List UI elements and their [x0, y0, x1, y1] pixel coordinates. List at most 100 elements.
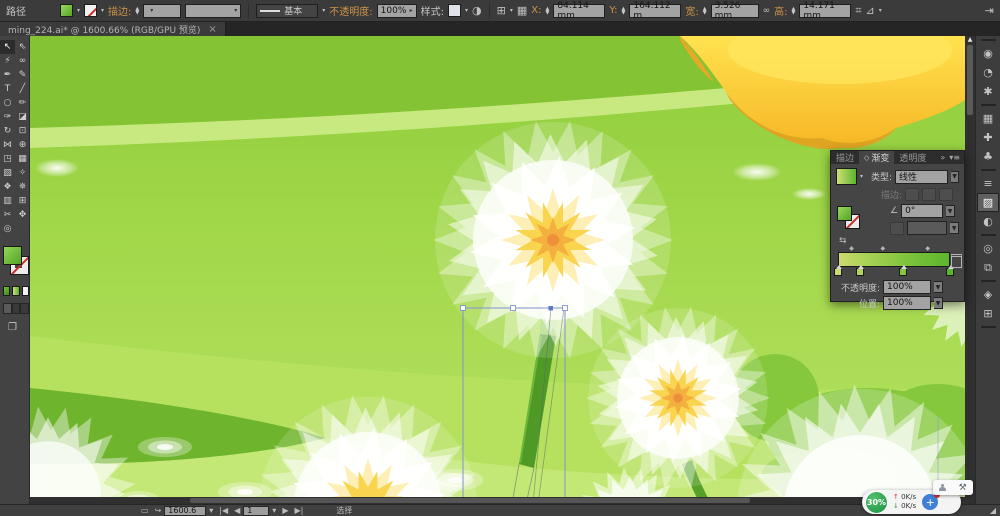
fill-caret-icon[interactable]: ▾ [77, 7, 80, 14]
shear-icon[interactable]: ⌗ [855, 4, 861, 18]
gradient-stop[interactable] [834, 265, 842, 276]
panel-gradient-swatch-icon[interactable]: ◔ [977, 63, 999, 82]
tool-pen[interactable]: ✒ [0, 68, 15, 82]
style-swatch[interactable] [448, 4, 462, 17]
artboard-caret-icon[interactable]: ▾ [272, 506, 276, 515]
delete-stop-icon[interactable] [951, 254, 962, 268]
stroke-color-swatch[interactable] [84, 4, 98, 17]
brush-caret-icon[interactable]: ▾ [322, 7, 325, 14]
tool-blend[interactable]: ❖ [0, 180, 15, 194]
tab-close-icon[interactable]: × [208, 24, 216, 35]
panel-stroke-icon[interactable]: ≡ [977, 174, 999, 193]
align-caret-icon[interactable]: ▾ [510, 7, 513, 14]
tool-ellipse[interactable]: ○ [0, 96, 15, 110]
h-input[interactable]: 14.171 mm [799, 1, 852, 21]
panel-brushes-icon[interactable]: ✚ [977, 128, 999, 147]
wrench-icon[interactable]: ⚒ [959, 483, 967, 493]
gradient-angle-input[interactable]: 0° [901, 204, 944, 218]
artboard-number-input[interactable]: 1 [243, 505, 270, 516]
collapse-control-panel-icon[interactable]: ⇥ [985, 4, 994, 17]
resize-grip-icon[interactable]: ◢ [990, 506, 996, 515]
draw-inside-mode[interactable] [20, 303, 30, 314]
y-stepper[interactable]: ▲ ▼ [622, 6, 626, 15]
tool-paintbrush[interactable]: ✏ [15, 96, 30, 110]
stop-opacity-input[interactable]: 100% [883, 280, 931, 294]
none-button[interactable] [21, 286, 29, 296]
align-icon[interactable]: ⊞ [497, 4, 506, 17]
panel-transparency-icon[interactable]: ◐ [977, 212, 999, 231]
y-input[interactable]: 164.112 m [629, 1, 682, 21]
gradient-stop[interactable] [898, 265, 907, 276]
panel-color-icon[interactable]: ◉ [977, 44, 999, 63]
tool-type[interactable]: T [0, 82, 15, 96]
h-stepper[interactable]: ▲ ▼ [792, 6, 796, 15]
screen-mode-button[interactable]: ❐ [8, 322, 29, 333]
panel-graphic-styles-icon[interactable]: ⧉ [977, 258, 999, 277]
tool-mesh[interactable]: ▦ [15, 152, 30, 166]
next-artboard-icon[interactable]: ▶ [282, 506, 288, 515]
prev-artboard-icon[interactable]: ◀ [234, 506, 240, 515]
tool-width[interactable]: ⋈ [0, 138, 15, 152]
gradient-slider[interactable] [838, 252, 950, 267]
last-artboard-icon[interactable]: ▶| [294, 506, 303, 515]
fill-stroke-indicator[interactable] [1, 244, 29, 280]
stop-location-input[interactable]: 100% [883, 296, 931, 310]
speed-percent-badge[interactable]: 30% [865, 490, 888, 514]
zoom-caret-icon[interactable]: ▾ [209, 506, 213, 515]
panel-artboards-icon[interactable]: ⊞ [977, 304, 999, 323]
tool-direct-selection[interactable]: ⇖ [15, 40, 30, 54]
canvas[interactable] [30, 36, 965, 504]
opacity-input[interactable]: 100% ▸ [376, 3, 417, 18]
tool-rotate[interactable]: ↻ [0, 124, 15, 138]
tab-stroke[interactable]: 描边 [831, 151, 859, 165]
shape-props-caret-icon[interactable]: ▾ [879, 7, 882, 14]
color-button[interactable] [3, 286, 11, 296]
reverse-gradient-icon[interactable]: ⇆ [839, 236, 847, 246]
gradient-fill-stroke-mini[interactable] [837, 206, 863, 232]
brush-definition-select[interactable]: 基本 [256, 3, 319, 18]
scroll-up-icon[interactable]: ▲ [968, 36, 973, 43]
document-tab[interactable]: ming_224.ai* @ 1600.66% (RGB/GPU 预览) × [0, 22, 226, 36]
zoom-level-input[interactable]: 1600.6 [164, 505, 207, 516]
reference-point-icon[interactable]: ▦ [517, 4, 527, 17]
gradient-stop[interactable] [856, 265, 865, 276]
fill-color-swatch[interactable] [60, 4, 73, 17]
w-input[interactable]: 3.526 mm [710, 1, 759, 21]
selection-handle[interactable] [562, 305, 568, 311]
selection-handle[interactable] [460, 305, 466, 311]
recolor-artwork-icon[interactable]: ◑ [472, 4, 482, 17]
tool-eraser[interactable]: ◪ [15, 110, 30, 124]
tab-transparency[interactable]: 透明度 [894, 151, 931, 165]
gradient-swatch-caret-icon[interactable]: ▾ [860, 173, 863, 180]
tool-free-transform[interactable]: ⊡ [15, 124, 30, 138]
panel-appearance-icon[interactable]: ◎ [977, 239, 999, 258]
type-caret-icon[interactable]: ▼ [951, 170, 959, 183]
panel-layers-icon[interactable]: ◈ [977, 285, 999, 304]
tool-curvature[interactable]: ✎ [15, 68, 30, 82]
tool-zoom[interactable]: ◎ [0, 222, 15, 236]
stop-location-caret-icon[interactable]: ▼ [934, 297, 943, 309]
constrain-proportions-icon[interactable]: ∞ [763, 6, 771, 16]
stroke-weight-stepper[interactable]: ▲ ▼ [135, 6, 139, 15]
plus-button[interactable]: + [922, 492, 941, 510]
hscroll-thumb[interactable] [190, 498, 750, 503]
width-profile-select[interactable]: ▾ [185, 3, 242, 18]
vscroll-thumb[interactable] [967, 45, 973, 115]
gradient-midpoint[interactable]: ◆ [881, 245, 886, 252]
stroke-caret-icon[interactable]: ▾ [101, 7, 104, 14]
panel-symbols-icon[interactable]: ♣ [977, 147, 999, 166]
gradient-midpoint[interactable]: ◆ [925, 245, 930, 252]
shape-properties-icon[interactable]: ⊿ [866, 4, 875, 17]
tool-column-graph[interactable]: ▥ [0, 194, 15, 208]
stroke-weight-input[interactable]: ▾ [143, 3, 182, 18]
tab-gradient[interactable]: ◇ 渐变 [859, 150, 895, 165]
draw-behind-mode[interactable] [11, 303, 21, 314]
panel-color-guide-icon[interactable]: ✱ [977, 82, 999, 101]
gradient-type-select[interactable]: 线性 [895, 169, 949, 184]
gradient-fill-swatch[interactable] [836, 168, 858, 185]
fill-indicator[interactable] [3, 246, 22, 265]
collapse-panel-icon[interactable]: » [940, 153, 945, 162]
tool-line-segment[interactable]: ╱ [15, 82, 30, 96]
gradient-midpoint[interactable]: ◆ [849, 245, 854, 252]
tool-selection[interactable]: ↖ [0, 40, 15, 54]
